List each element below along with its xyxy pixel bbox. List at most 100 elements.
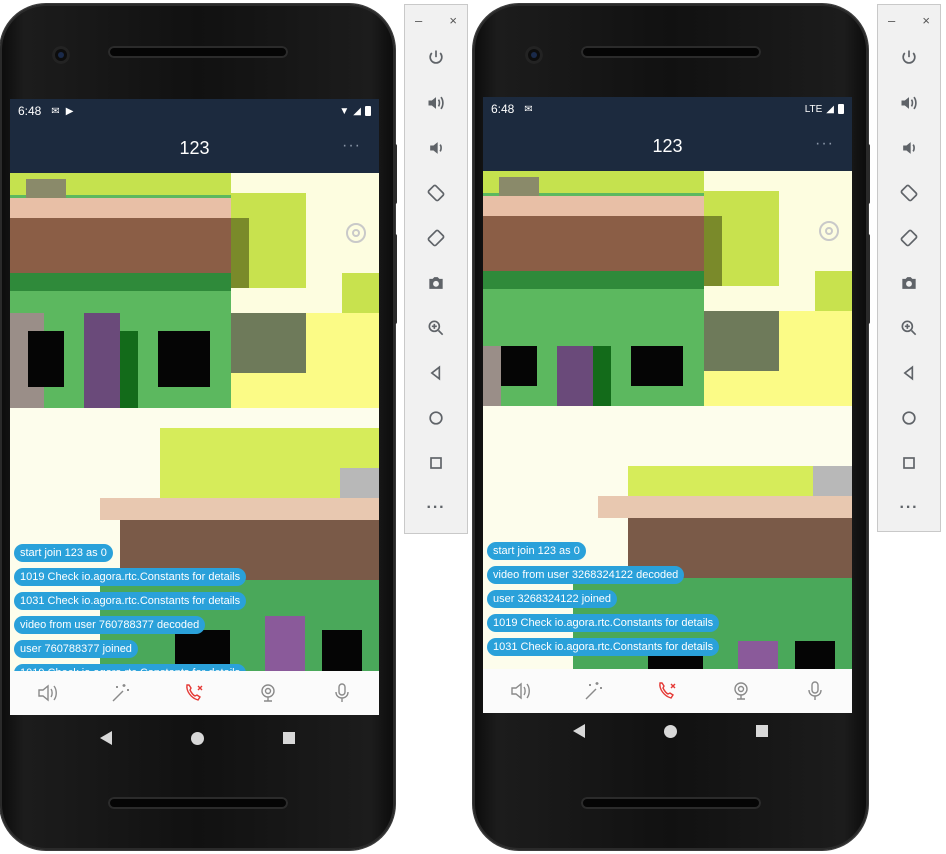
emulator-window-controls: – × bbox=[405, 5, 467, 35]
app-bar: 123 ··· bbox=[483, 121, 852, 171]
microphone-icon[interactable] bbox=[802, 678, 828, 704]
log-item: start join 123 as 0 bbox=[14, 544, 113, 562]
speaker-icon[interactable] bbox=[34, 680, 60, 706]
earpiece-speaker bbox=[108, 46, 288, 58]
call-toolbar bbox=[483, 669, 852, 713]
log-item: 1031 Check io.agora.rtc.Constants for de… bbox=[14, 592, 247, 610]
signal-icon: ◢ bbox=[826, 103, 834, 115]
phone-left: 6:48 ✉ ▶ ▼ ◢ 123 ··· start join 123 as 0… bbox=[0, 4, 397, 850]
overview-icon[interactable] bbox=[416, 440, 456, 485]
switch-camera-icon[interactable] bbox=[346, 223, 366, 243]
emulator-controls-right: – × ··· bbox=[877, 4, 941, 532]
gmail-notification-icon: ✉ bbox=[51, 105, 60, 117]
camera-icon[interactable] bbox=[255, 680, 281, 706]
more-icon[interactable]: ··· bbox=[416, 485, 456, 530]
gmail-notification-icon: ✉ bbox=[524, 103, 533, 115]
log-item: video from user 760788377 decoded bbox=[14, 616, 206, 634]
status-bar: 6:48 ✉ LTE ◢ bbox=[483, 97, 852, 121]
camera-icon[interactable] bbox=[728, 678, 754, 704]
volume-up-icon[interactable] bbox=[416, 80, 456, 125]
log-list: start join 123 as 0 video from user 3268… bbox=[487, 542, 720, 656]
battery-icon bbox=[365, 106, 371, 116]
volume-side-button bbox=[866, 234, 870, 324]
status-right: ▼ ◢ bbox=[335, 106, 371, 117]
beauty-effect-icon[interactable] bbox=[108, 680, 134, 706]
power-icon[interactable] bbox=[416, 35, 456, 80]
overview-icon[interactable] bbox=[889, 440, 929, 485]
status-right: LTE ◢ bbox=[805, 104, 844, 115]
more-options-icon[interactable]: ··· bbox=[815, 135, 834, 153]
battery-icon bbox=[838, 104, 844, 114]
emulator-controls-left: – × ··· bbox=[404, 4, 468, 534]
nav-home-icon[interactable] bbox=[190, 731, 204, 745]
switch-camera-icon[interactable] bbox=[819, 221, 839, 241]
signal-icon: ◢ bbox=[353, 105, 361, 117]
home-icon[interactable] bbox=[889, 395, 929, 440]
power-icon[interactable] bbox=[889, 35, 929, 80]
back-icon[interactable] bbox=[416, 350, 456, 395]
wifi-icon: ▼ bbox=[339, 105, 350, 117]
remote-video-view bbox=[10, 173, 379, 408]
rotate-left-icon[interactable] bbox=[889, 170, 929, 215]
play-notification-icon: ▶ bbox=[65, 105, 74, 117]
log-item: video from user 3268324122 decoded bbox=[487, 566, 685, 584]
phone-right: 6:48 ✉ LTE ◢ 123 ··· start join 123 as 0… bbox=[473, 4, 870, 850]
call-toolbar bbox=[10, 671, 379, 715]
front-camera bbox=[525, 46, 543, 64]
nav-recents-icon[interactable] bbox=[756, 725, 769, 737]
minimize-button[interactable]: – bbox=[888, 13, 895, 28]
zoom-icon[interactable] bbox=[416, 305, 456, 350]
hangup-icon[interactable] bbox=[654, 678, 680, 704]
zoom-icon[interactable] bbox=[889, 305, 929, 350]
emulator-window-controls: – × bbox=[878, 5, 940, 35]
speaker-icon[interactable] bbox=[507, 678, 533, 704]
close-button[interactable]: × bbox=[449, 13, 457, 28]
rotate-right-icon[interactable] bbox=[889, 215, 929, 260]
android-nav-bar bbox=[473, 713, 868, 749]
bottom-speaker bbox=[581, 797, 761, 809]
app-bar: 123 ··· bbox=[10, 123, 379, 173]
rotate-right-icon[interactable] bbox=[416, 215, 456, 260]
power-side-button bbox=[393, 144, 397, 204]
home-icon[interactable] bbox=[416, 395, 456, 440]
screenshot-icon[interactable] bbox=[416, 260, 456, 305]
hangup-icon[interactable] bbox=[181, 680, 207, 706]
minimize-button[interactable]: – bbox=[415, 13, 422, 28]
back-icon[interactable] bbox=[889, 350, 929, 395]
channel-title: 123 bbox=[179, 137, 210, 158]
beauty-effect-icon[interactable] bbox=[581, 678, 607, 704]
network-label: LTE bbox=[804, 103, 823, 115]
power-side-button bbox=[866, 144, 870, 204]
log-item: user 3268324122 joined bbox=[487, 590, 618, 608]
status-time: 6:48 bbox=[491, 102, 515, 116]
android-nav-bar bbox=[0, 720, 395, 756]
earpiece-speaker bbox=[581, 46, 761, 58]
log-item: user 760788377 joined bbox=[14, 640, 138, 658]
nav-recents-icon[interactable] bbox=[283, 732, 296, 744]
log-item: 1019 Check io.agora.rtc.Constants for de… bbox=[14, 568, 247, 586]
volume-side-button bbox=[393, 234, 397, 324]
front-camera bbox=[52, 46, 70, 64]
volume-up-icon[interactable] bbox=[889, 80, 929, 125]
screen: 6:48 ✉ LTE ◢ 123 ··· start join 123 as 0… bbox=[483, 97, 852, 713]
nav-back-icon[interactable] bbox=[572, 724, 585, 738]
nav-home-icon[interactable] bbox=[663, 724, 677, 738]
screen: 6:48 ✉ ▶ ▼ ◢ 123 ··· start join 123 as 0… bbox=[10, 99, 379, 715]
microphone-icon[interactable] bbox=[329, 680, 355, 706]
status-time: 6:48 bbox=[18, 104, 42, 118]
volume-down-icon[interactable] bbox=[889, 125, 929, 170]
more-options-icon[interactable]: ··· bbox=[342, 137, 361, 155]
log-list: start join 123 as 0 1019 Check io.agora.… bbox=[14, 544, 247, 682]
log-item: 1031 Check io.agora.rtc.Constants for de… bbox=[487, 638, 720, 656]
close-button[interactable]: × bbox=[922, 13, 930, 28]
rotate-left-icon[interactable] bbox=[416, 170, 456, 215]
nav-back-icon[interactable] bbox=[99, 731, 112, 745]
status-bar: 6:48 ✉ ▶ ▼ ◢ bbox=[10, 99, 379, 123]
more-icon[interactable]: ··· bbox=[889, 485, 929, 530]
screenshot-icon[interactable] bbox=[889, 260, 929, 305]
bottom-speaker bbox=[108, 797, 288, 809]
remote-video-view bbox=[483, 171, 852, 406]
log-item: 1019 Check io.agora.rtc.Constants for de… bbox=[487, 614, 720, 632]
volume-down-icon[interactable] bbox=[416, 125, 456, 170]
log-item: start join 123 as 0 bbox=[487, 542, 586, 560]
